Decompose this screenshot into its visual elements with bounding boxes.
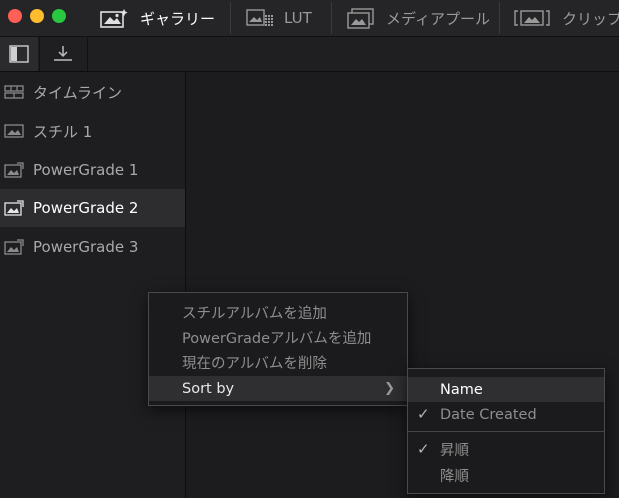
sort-option-name[interactable]: Name [408, 377, 604, 402]
menu-item-label: PowerGradeアルバムを追加 [182, 331, 372, 347]
menu-item-add-powergrade-album[interactable]: PowerGradeアルバムを追加 [149, 325, 407, 350]
menu-item-delete-current-album[interactable]: 現在のアルバムを削除 [149, 350, 407, 375]
checkmark-icon: ✓ [417, 440, 430, 458]
menu-item-label: 降順 [440, 469, 469, 485]
lut-grid-icon [246, 9, 273, 26]
menu-separator [408, 431, 604, 432]
tab-clips-label: クリップ [562, 9, 619, 28]
menu-item-label: Date Created [440, 406, 537, 423]
gallery-toolbar [0, 37, 619, 72]
menu-item-label: Name [440, 381, 483, 398]
sort-submenu: Name ✓ Date Created ✓ 昇順 降順 [407, 368, 605, 494]
chevron-right-icon: ❯ [384, 381, 395, 396]
tab-lut[interactable]: LUT [246, 0, 312, 36]
sort-option-ascending[interactable]: ✓ 昇順 [408, 437, 604, 462]
tab-clips[interactable]: クリップ [514, 0, 619, 36]
menu-item-add-still-album[interactable]: スチルアルバムを追加 [149, 300, 407, 325]
sidebar-item-label: スチル 1 [33, 122, 93, 141]
menu-item-label: 現在のアルバムを削除 [182, 356, 327, 372]
powergrade-icon [4, 239, 24, 255]
sidebar-toggle-button[interactable] [0, 37, 38, 71]
checkmark-icon: ✓ [417, 405, 430, 423]
clips-icon [514, 10, 550, 26]
album-context-menu: スチルアルバムを追加 PowerGradeアルバムを追加 現在のアルバムを削除 … [148, 292, 408, 406]
sort-option-date-created[interactable]: ✓ Date Created [408, 402, 604, 427]
menu-item-label: 昇順 [440, 443, 469, 459]
tab-lut-label: LUT [284, 9, 312, 27]
toolbar-divider [87, 37, 88, 71]
tab-gallery-label: ギャラリー [140, 9, 216, 28]
media-pool-icon [347, 8, 374, 29]
sidebar-item-still-1[interactable]: スチル 1 [0, 112, 185, 150]
menu-item-label: スチルアルバムを追加 [182, 306, 327, 322]
import-download-icon [54, 46, 72, 61]
tab-divider [230, 2, 231, 34]
tab-divider [499, 2, 500, 34]
timeline-icon [4, 85, 24, 99]
menu-item-label: Sort by [182, 380, 235, 397]
tab-media-pool-label: メディアプール [386, 9, 490, 28]
still-image-icon [4, 124, 24, 138]
menu-item-sort-by[interactable]: Sort by ❯ [149, 376, 407, 401]
minimize-window-button[interactable] [30, 9, 44, 23]
sidebar-item-powergrade-3[interactable]: PowerGrade 3 [0, 228, 185, 266]
tab-media-pool[interactable]: メディアプール [346, 0, 490, 36]
sidebar-item-label: PowerGrade 1 [33, 161, 139, 179]
sidebar-item-powergrade-2[interactable]: PowerGrade 2 [0, 189, 185, 227]
sidebar-item-timeline[interactable]: タイムライン [0, 73, 185, 111]
tab-gallery[interactable]: ギャラリー [100, 0, 215, 36]
sidebar-item-label: PowerGrade 3 [33, 238, 139, 256]
title-bar: ギャラリー LUT メディアプール クリップ [0, 0, 619, 37]
sidebar-item-label: タイムライン [33, 83, 122, 102]
sort-option-descending[interactable]: 降順 [408, 463, 604, 488]
album-sidebar: タイムライン スチル 1 PowerGrade 1 PowerGrade 2 P… [0, 72, 186, 498]
sidebar-item-powergrade-1[interactable]: PowerGrade 1 [0, 151, 185, 189]
sidebar-item-label: PowerGrade 2 [33, 199, 139, 217]
powergrade-icon [4, 200, 24, 216]
zoom-window-button[interactable] [52, 9, 66, 23]
powergrade-icon [4, 162, 24, 178]
import-button[interactable] [40, 37, 86, 71]
gallery-icon [100, 9, 128, 28]
sidebar-toggle-icon [9, 45, 29, 63]
close-window-button[interactable] [8, 9, 22, 23]
tab-divider [331, 2, 332, 34]
